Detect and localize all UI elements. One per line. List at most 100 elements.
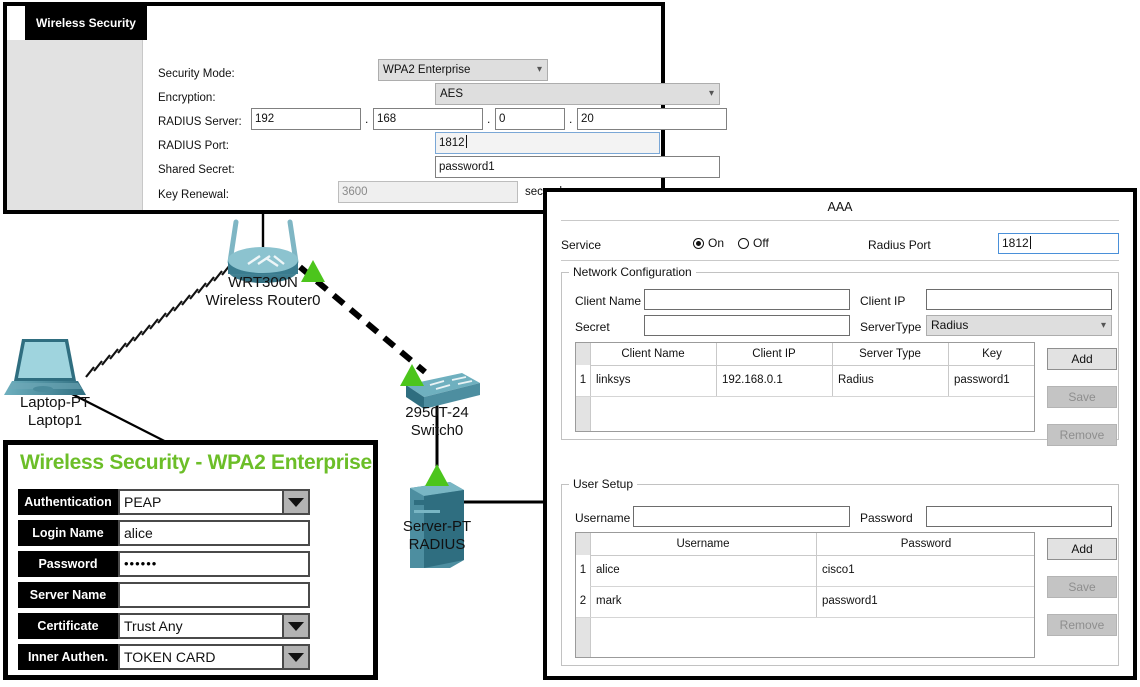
chevron-down-icon[interactable] [282, 613, 310, 639]
service-on-label: On [708, 236, 725, 250]
client-name-input[interactable] [644, 289, 850, 310]
radius-server-octet2-input[interactable]: 168 [373, 108, 483, 130]
screenshot-root: WRT300N Wireless Router0 Laptop-PT Lapto… [0, 0, 1140, 682]
cell-client-name: linksys [596, 374, 631, 386]
shared-secret-input[interactable]: password1 [435, 156, 720, 178]
column-header-server-type: Server Type [859, 348, 921, 360]
row-index: 1 [576, 365, 590, 396]
username-input[interactable] [633, 506, 850, 527]
device-name: RADIUS [408, 536, 466, 553]
service-label: Service [561, 238, 602, 252]
cell-username: alice [596, 564, 620, 576]
tab-bar: Wireless Security [7, 6, 661, 41]
table-row[interactable]: 1 linksys 192.168.0.1 Radius password1 [576, 365, 1034, 397]
client-ip-input[interactable] [926, 289, 1112, 310]
login-name-input[interactable]: alice [118, 520, 310, 546]
service-on-radio[interactable]: On [693, 236, 724, 250]
security-mode-label: Security Mode: [158, 68, 235, 80]
network-save-button[interactable]: Save [1047, 386, 1117, 408]
row-index: 1 [576, 555, 590, 586]
client-name-label: Client Name [575, 294, 642, 308]
server-name-input[interactable] [118, 582, 310, 608]
device-model: Laptop-PT [19, 394, 91, 411]
device-laptop [4, 339, 86, 395]
chevron-down-icon: ▾ [708, 88, 714, 99]
certificate-value[interactable]: Trust Any [118, 613, 286, 639]
network-remove-button[interactable]: Remove [1047, 424, 1117, 446]
password-input[interactable]: •••••• [118, 551, 310, 577]
column-header-username: Username [676, 538, 730, 550]
tab-wireless-security[interactable]: Wireless Security [25, 6, 147, 40]
inner-authentication-label: Inner Authen. [18, 644, 118, 670]
server-type-value: Radius [931, 318, 969, 332]
row-index: 2 [576, 586, 590, 617]
radius-port-input[interactable]: 1812 [435, 132, 660, 154]
user-setup-table[interactable]: Username Password 1 alice cisco1 2 mark … [575, 532, 1035, 658]
column-header-client-ip: Client IP [752, 348, 796, 360]
radius-server-octet3-input[interactable]: 0 [495, 108, 565, 130]
service-off-radio[interactable]: Off [738, 236, 769, 250]
device-name: Laptop1 [27, 412, 83, 429]
text-caret [465, 135, 467, 148]
chevron-down-icon[interactable] [282, 489, 310, 515]
password-label: Password [18, 551, 118, 577]
radio-unselected-icon [738, 237, 749, 249]
cell-client-ip: 192.168.0.1 [722, 374, 783, 386]
tab-bar-filler [147, 6, 661, 41]
server-type-select[interactable]: Radius ▾ [926, 315, 1112, 336]
radius-port-value: 1812 [439, 137, 465, 149]
secret-label: Secret [575, 320, 610, 334]
divider [561, 220, 1119, 221]
secret-input[interactable] [644, 315, 850, 336]
divider [561, 260, 1119, 261]
user-password-input[interactable] [926, 506, 1112, 527]
cell-server-type: Radius [838, 374, 874, 386]
service-off-label: Off [753, 236, 769, 250]
network-configuration-group-title: Network Configuration [569, 265, 696, 279]
network-configuration-table[interactable]: Client Name Client IP Server Type Key 1 … [575, 342, 1035, 432]
user-remove-button[interactable]: Remove [1047, 614, 1117, 636]
chevron-down-icon: ▾ [536, 64, 542, 75]
security-mode-value: WPA2 Enterprise [383, 64, 471, 76]
authentication-value[interactable]: PEAP [118, 489, 286, 515]
wpa2-enterprise-supplicant-window: Wireless Security - WPA2 Enterprise Auth… [3, 440, 378, 680]
aaa-radius-port-label: Radius Port [868, 238, 931, 252]
certificate-label: Certificate [18, 613, 118, 639]
network-add-button[interactable]: Add [1047, 348, 1117, 370]
chevron-down-icon: ▾ [1100, 320, 1106, 331]
cell-password: cisco1 [822, 564, 855, 576]
radius-server-octet4-input[interactable]: 20 [577, 108, 727, 130]
device-label-wireless-router: WRT300N Wireless Router0 [188, 274, 338, 310]
radius-server-octet1-input[interactable]: 192 [251, 108, 361, 130]
security-mode-select[interactable]: WPA2 Enterprise ▾ [378, 59, 548, 81]
column-header-password: Password [900, 538, 952, 550]
text-caret [1029, 236, 1031, 249]
octet-separator: . [569, 112, 573, 126]
cell-username: mark [596, 595, 622, 607]
key-renewal-input[interactable]: 3600 [338, 181, 518, 203]
chevron-down-icon[interactable] [282, 644, 310, 670]
aaa-radius-port-input[interactable]: 1812 [998, 233, 1119, 254]
column-header-client-name: Client Name [621, 348, 685, 360]
wireless-security-form: Security Mode: WPA2 Enterprise ▾ Encrypt… [142, 40, 727, 210]
window-left-gutter [7, 40, 142, 210]
device-model: Server-PT [402, 518, 472, 535]
dialog-title: AAA [827, 200, 853, 214]
wireless-security-config-window: Wireless Security Security Mode: WPA2 En… [3, 2, 727, 214]
inner-authentication-value[interactable]: TOKEN CARD [118, 644, 286, 670]
device-wireless-router [227, 212, 299, 283]
device-name: Switch0 [410, 422, 464, 439]
encryption-select[interactable]: AES ▾ [435, 83, 720, 105]
user-add-button[interactable]: Add [1047, 538, 1117, 560]
device-model: WRT300N [228, 274, 298, 291]
page-title: Wireless Security - WPA2 Enterprise [20, 451, 372, 474]
user-save-button[interactable]: Save [1047, 576, 1117, 598]
table-row[interactable]: 1 alice cisco1 [576, 555, 1034, 587]
table-row[interactable]: 2 mark password1 [576, 586, 1034, 618]
shared-secret-label: Shared Secret: [158, 164, 235, 176]
cell-key: password1 [954, 374, 1010, 386]
encryption-value: AES [440, 88, 464, 100]
cell-password: password1 [822, 595, 878, 607]
device-label-switch: 2950T-24 Switch0 [382, 404, 492, 440]
user-password-label: Password [860, 511, 913, 525]
